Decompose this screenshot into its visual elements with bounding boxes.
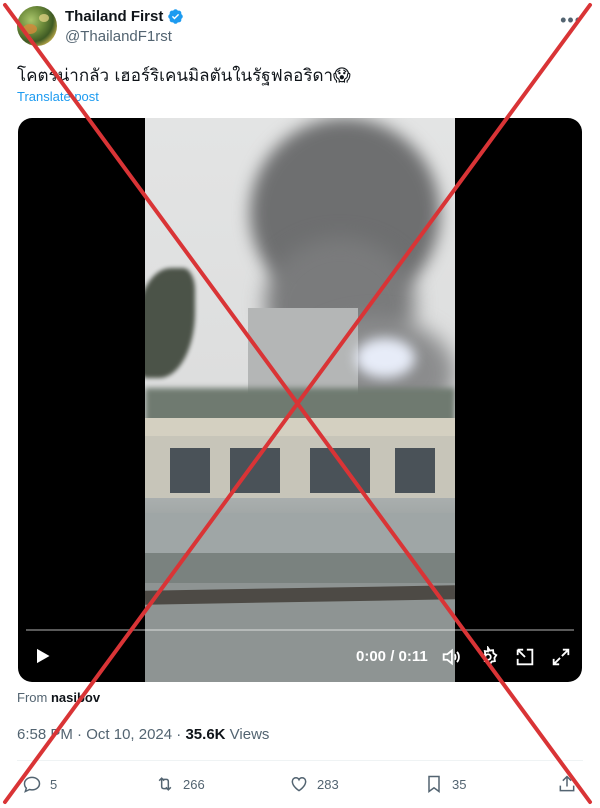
like-count: 283 [317,776,339,792]
fullscreen-icon[interactable] [550,646,572,668]
heart-icon [291,776,307,792]
verified-badge-icon [168,9,184,24]
post-date[interactable]: Oct 10, 2024 [86,726,172,743]
meta-separator: · [176,726,182,743]
volume-icon[interactable] [440,646,462,668]
from-source-link[interactable]: nasibov [51,690,100,705]
tweet-meta: 6:58 PM · Oct 10, 2024 · 35.6K Views [17,726,269,743]
post-time[interactable]: 6:58 PM [17,726,73,743]
from-prefix: From [17,690,48,705]
action-bar: 5 266 283 35 [0,770,600,800]
tweet-header: Thailand First @ThailandF1rst ••• [17,6,586,50]
views-count: 35.6K [185,726,226,743]
video-controls: 0:00 / 0:11 [18,632,582,682]
divider [17,760,583,761]
video-player[interactable]: 0:00 / 0:11 [18,118,582,682]
video-time: 0:00 / 0:11 [356,648,428,665]
bookmark-count: 35 [452,776,467,792]
bookmark-button[interactable]: 35 [424,774,466,794]
views-label: Views [229,726,270,743]
name-row: Thailand First [65,8,184,25]
reply-icon [23,776,41,793]
bookmark-icon [428,775,440,793]
video-source: From nasibov [17,690,100,705]
display-name[interactable]: Thailand First [65,8,163,25]
meta-separator: · [77,726,83,743]
reply-count: 5 [50,776,58,792]
share-button[interactable] [557,774,577,794]
share-icon [559,775,575,792]
video-progress-bar[interactable] [26,629,574,631]
reply-button[interactable]: 5 [22,774,57,794]
more-options-icon[interactable]: ••• [560,10,582,31]
tweet-text: โคตรน่ากลัว เฮอร์ริเคนมิลตันในรัฐฟลอริดา… [17,66,351,86]
repost-button[interactable]: 266 [155,774,205,794]
user-handle[interactable]: @ThailandF1rst [65,28,172,45]
avatar[interactable] [17,6,57,46]
repost-count: 266 [183,776,205,792]
repost-icon [158,777,172,791]
settings-gear-icon[interactable] [477,646,499,668]
video-frame [145,118,455,682]
translate-post-link[interactable]: Translate post [17,89,99,104]
pop-out-icon[interactable] [514,646,536,668]
like-button[interactable]: 283 [289,774,339,794]
play-icon[interactable] [32,646,52,666]
